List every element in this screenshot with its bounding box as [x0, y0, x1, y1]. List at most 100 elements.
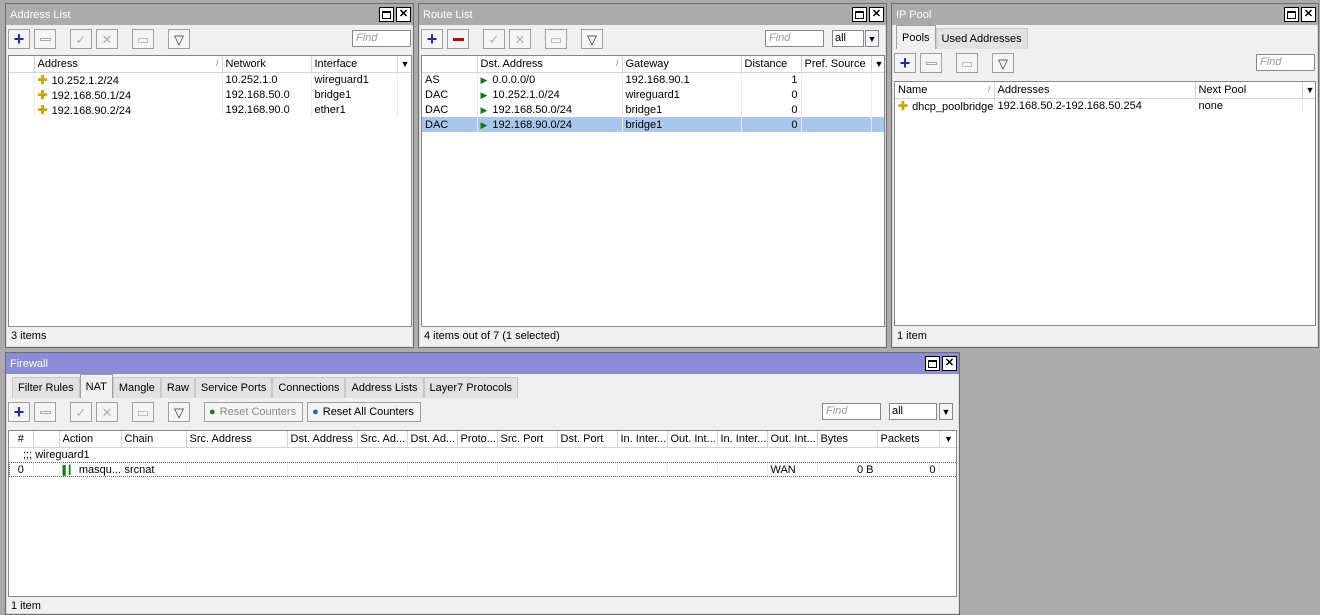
comment-row[interactable]: ;;; wireguard1 [9, 447, 956, 462]
table-row[interactable]: ✚ 192.168.90.2/24 192.168.90.0 ether1 [9, 102, 411, 117]
comment-button[interactable]: ▭ [545, 29, 567, 49]
filter-select[interactable]: all [832, 30, 864, 47]
filter-select[interactable]: all [889, 403, 937, 420]
disable-button[interactable]: ✕ [96, 402, 118, 422]
close-icon[interactable]: ✕ [942, 356, 957, 371]
add-button[interactable]: + [8, 29, 30, 49]
remove-button[interactable] [34, 29, 56, 49]
column-header[interactable]: Bytes [817, 431, 878, 448]
filter-button[interactable]: ▽ [168, 402, 190, 422]
table-row[interactable]: DAC ▶ 10.252.1.0/24 wireguard1 0 [422, 87, 884, 102]
remove-button[interactable] [920, 53, 942, 73]
filter-button[interactable]: ▽ [992, 53, 1014, 73]
chevron-down-icon[interactable]: ▼ [939, 403, 953, 420]
window-title: IP Pool [896, 8, 932, 21]
table-row[interactable]: DAC ▶ 192.168.50.0/24 bridge1 0 [422, 102, 884, 117]
tab-address-lists[interactable]: Address Lists [345, 377, 424, 398]
column-header[interactable]: In. Inter... [617, 431, 668, 448]
comment-button[interactable]: ▭ [132, 402, 154, 422]
column-header[interactable]: Proto... [457, 431, 498, 448]
add-button[interactable]: + [421, 29, 443, 49]
column-header[interactable]: Src. Address [186, 431, 288, 448]
enable-button[interactable]: ✓ [70, 29, 92, 49]
find-input[interactable]: Find [1256, 54, 1315, 71]
close-icon[interactable]: ✕ [869, 7, 884, 22]
tab-used-addresses[interactable]: Used Addresses [935, 28, 1028, 49]
find-input[interactable]: Find [352, 30, 411, 47]
column-header[interactable] [33, 431, 60, 448]
tab-pools[interactable]: Pools [896, 25, 936, 49]
add-button[interactable]: + [8, 402, 30, 422]
find-input[interactable]: Find [822, 403, 881, 420]
column-menu-icon[interactable]: ▼ [939, 431, 956, 448]
disable-button[interactable]: ✕ [96, 29, 118, 49]
enable-button[interactable]: ✓ [70, 402, 92, 422]
close-icon[interactable]: ✕ [1301, 7, 1316, 22]
column-header[interactable]: Pref. Source [801, 56, 872, 73]
column-header[interactable]: Name / [895, 82, 995, 99]
firewall-titlebar[interactable]: Firewall ✕ [6, 353, 959, 374]
column-header[interactable]: Dst. Address [287, 431, 358, 448]
reset-counters-button[interactable]: ● Reset Counters [204, 402, 304, 422]
table-row-selected[interactable]: DAC ▶ 192.168.90.0/24 bridge1 0 [422, 117, 884, 132]
tab-connections[interactable]: Connections [272, 377, 346, 398]
column-header[interactable]: Next Pool [1195, 82, 1303, 99]
column-header[interactable]: Packets [877, 431, 940, 448]
table-row[interactable]: AS ▶ 0.0.0.0/0 192.168.90.1 1 [422, 72, 884, 87]
column-header[interactable]: Addresses [994, 82, 1196, 99]
column-header[interactable]: Src. Port [497, 431, 558, 448]
route-list-titlebar[interactable]: Route List ✕ [419, 4, 886, 25]
tab-filter-rules[interactable]: Filter Rules [12, 377, 80, 398]
column-header[interactable]: Dst. Address / [477, 56, 623, 73]
tab-service-ports[interactable]: Service Ports [194, 377, 273, 398]
ip-pool-titlebar[interactable]: IP Pool ✕ [892, 4, 1318, 25]
chevron-down-icon[interactable]: ▼ [865, 30, 879, 47]
route-active-icon: ▶ [480, 119, 488, 130]
column-header[interactable]: Distance [741, 56, 802, 73]
filter-button[interactable]: ▽ [168, 29, 190, 49]
remove-button[interactable] [447, 29, 469, 49]
column-header[interactable]: # [9, 431, 34, 448]
restore-icon[interactable] [1284, 7, 1299, 22]
column-header[interactable]: Chain [121, 431, 187, 448]
restore-icon[interactable] [925, 356, 940, 371]
table-row[interactable]: 0 ▌▎ masqu... srcnat WAN 0 B 0 [9, 462, 956, 477]
tab-raw[interactable]: Raw [160, 377, 195, 398]
restore-icon[interactable] [379, 7, 394, 22]
column-header[interactable]: Out. Int... [667, 431, 718, 448]
tab-layer7-protocols[interactable]: Layer7 Protocols [423, 377, 519, 398]
add-button[interactable]: + [894, 53, 916, 73]
address-list-titlebar[interactable]: Address List ✕ [6, 4, 413, 25]
table-row[interactable]: ✚ dhcp_poolbridge 192.168.50.2-192.168.50… [895, 98, 1315, 113]
comment-button[interactable]: ▭ [956, 53, 978, 73]
pool-table: Name / Addresses Next Pool ▼ ✚ dhcp_poolbr… [894, 81, 1316, 326]
enable-button[interactable]: ✓ [483, 29, 505, 49]
column-menu-icon[interactable]: ▼ [871, 56, 884, 73]
column-header[interactable]: Action [59, 431, 122, 448]
remove-button[interactable] [34, 402, 56, 422]
column-header[interactable]: Src. Ad... [357, 431, 408, 448]
column-header[interactable]: Dst. Port [557, 431, 618, 448]
filter-button[interactable]: ▽ [581, 29, 603, 49]
column-header[interactable]: Network [222, 56, 312, 73]
reset-all-counters-button[interactable]: ● Reset All Counters [307, 402, 421, 422]
ip-pool-window: IP Pool ✕ Pools Used Addresses + ▭ ▽ Fin… [891, 3, 1319, 348]
close-icon[interactable]: ✕ [396, 7, 411, 22]
column-header[interactable]: Address / [34, 56, 223, 73]
comment-button[interactable]: ▭ [132, 29, 154, 49]
route-list-toolbar: + ✓ ✕ ▭ ▽ Find all ▼ [419, 25, 886, 53]
column-menu-icon[interactable]: ▼ [1302, 82, 1315, 99]
column-menu-icon[interactable]: ▼ [397, 56, 411, 73]
column-header[interactable]: Interface [311, 56, 398, 73]
table-row[interactable]: ✚ 192.168.50.1/24 192.168.50.0 bridge1 [9, 87, 411, 102]
column-header[interactable]: Dst. Ad... [407, 431, 458, 448]
column-header[interactable]: Gateway [622, 56, 742, 73]
column-header[interactable]: Out. Int... [767, 431, 818, 448]
column-header[interactable]: In. Inter... [717, 431, 768, 448]
tab-mangle[interactable]: Mangle [112, 377, 161, 398]
find-input[interactable]: Find [765, 30, 824, 47]
restore-icon[interactable] [852, 7, 867, 22]
disable-button[interactable]: ✕ [509, 29, 531, 49]
table-row[interactable]: ✚ 10.252.1.2/24 10.252.1.0 wireguard1 [9, 72, 411, 87]
tab-nat[interactable]: NAT [79, 374, 113, 398]
